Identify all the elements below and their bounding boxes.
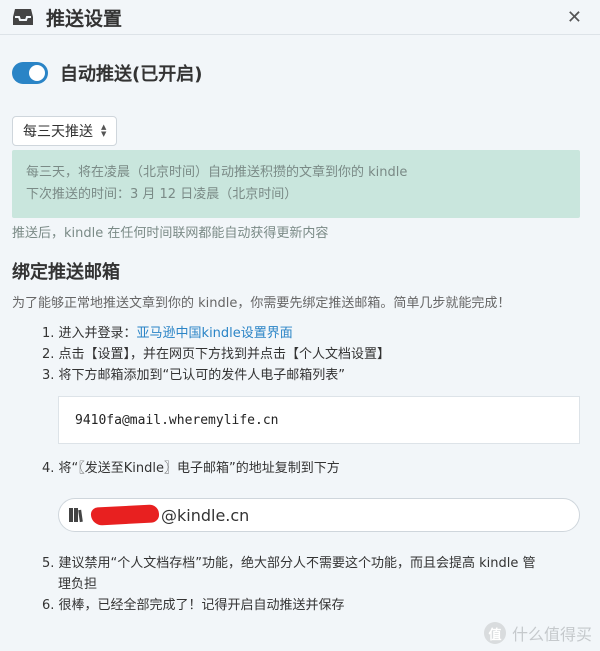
- watermark-badge: 值: [483, 622, 506, 644]
- dialog-title: 推送设置: [46, 7, 123, 30]
- sort-arrows-icon: ▲ ▼: [101, 123, 107, 138]
- step-5: 5. 建议禁用“个人文档存档”功能，绝大部分人不需要这个功能，而且会提高 kin…: [42, 556, 536, 571]
- kindle-email-input[interactable]: @kindle.cn: [58, 498, 580, 532]
- next-push-line: 下次推送的时间：3 月 12 日凌晨（北京时间）: [26, 187, 298, 202]
- frequency-value: 每三天推送: [23, 124, 93, 140]
- amazon-kindle-settings-link[interactable]: 亚马逊中国kindle设置界面: [137, 326, 293, 341]
- auto-push-row: 自动推送(已开启): [12, 60, 202, 86]
- kindle-email-suffix: @kindle.cn: [161, 505, 250, 525]
- steps-list-2: 4. 将“〖发送至Kindle〗电子邮箱”的地址复制到下方: [42, 458, 340, 479]
- auto-push-label: 自动推送(已开启): [60, 64, 203, 85]
- bind-email-title: 绑定推送邮箱: [12, 262, 120, 283]
- watermark-text: 什么值得买: [511, 625, 592, 644]
- steps-list-3: 5. 建议禁用“个人文档存档”功能，绝大部分人不需要这个功能，而且会提高 kin…: [42, 553, 536, 616]
- inbox-icon: [13, 9, 33, 25]
- schedule-info-line: 每三天，将在凌晨（北京时间）自动推送积攒的文章到你的 kindle: [26, 165, 408, 180]
- step-6: 6. 很棒，已经全部完成了！记得开启自动推送并保存: [42, 598, 345, 613]
- bind-email-desc: 为了能够正常地推送文章到你的 kindle，你需要先绑定推送邮箱。简单几步就能完…: [12, 296, 511, 311]
- dialog-header: 推送设置 ✕: [0, 0, 600, 35]
- schedule-info-box: 每三天，将在凌晨（北京时间）自动推送积攒的文章到你的 kindle 下次推送的时…: [12, 150, 580, 218]
- step-4: 4. 将“〖发送至Kindle〗电子邮箱”的地址复制到下方: [42, 461, 340, 476]
- steps-list-1: 1. 进入并登录：亚马逊中国kindle设置界面 2. 点击【设置】，并在网页下…: [42, 323, 390, 386]
- push-note: 推送后，kindle 在任何时间联网都能自动获得更新内容: [12, 226, 329, 241]
- watermark: 值 什么值得买: [483, 621, 592, 645]
- book-icon: [69, 508, 83, 523]
- step-5-cont: 理负担: [58, 577, 98, 592]
- step-1: 1. 进入并登录：亚马逊中国kindle设置界面: [42, 323, 390, 344]
- auto-push-toggle[interactable]: [12, 62, 48, 84]
- sender-email-box[interactable]: 9410fa@mail.wheremylife.cn: [58, 396, 580, 444]
- step-3: 3. 将下方邮箱添加到“已认可的发件人电子邮箱列表”: [42, 368, 346, 383]
- frequency-select[interactable]: 每三天推送 ▲ ▼: [12, 116, 118, 146]
- step-2: 2. 点击【设置】，并在网页下方找到并点击【个人文档设置】: [42, 347, 391, 362]
- sender-email: 9410fa@mail.wheremylife.cn: [75, 412, 279, 428]
- step-1-text: 1. 进入并登录：: [42, 326, 137, 341]
- redaction-mark: [90, 504, 160, 526]
- close-icon[interactable]: ✕: [561, 5, 588, 30]
